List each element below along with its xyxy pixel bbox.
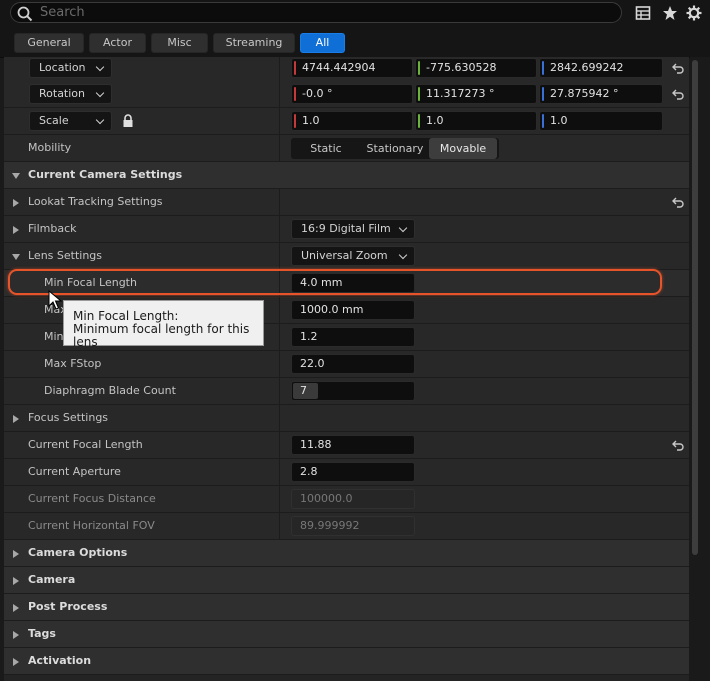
category-current-camera-settings[interactable]: Current Camera Settings (4, 162, 689, 189)
filmback-row: Filmback 16:9 Digital Film (4, 216, 689, 243)
mobility-movable[interactable]: Movable (429, 138, 497, 159)
current-focus-distance-field: 100000.0 (291, 489, 415, 509)
diaphragm-blade-count-label: Diaphragm Blade Count (44, 384, 176, 397)
lookat-tracking-row[interactable]: Lookat Tracking Settings (4, 189, 689, 216)
tooltip-body: Minimum focal length for this lens (73, 322, 250, 349)
scale-z-field[interactable]: 1.0 (539, 111, 663, 131)
expand-arrow-icon (13, 577, 19, 585)
rotation-dropdown[interactable]: Rotation (29, 84, 112, 104)
current-horizontal-fov-row: Current Horizontal FOV 89.999992 (4, 513, 689, 540)
filter-streaming[interactable]: Streaming (213, 33, 295, 53)
reset-location-icon[interactable] (672, 62, 684, 74)
scale-x-field[interactable]: 1.0 (291, 111, 413, 131)
mobility-stationary[interactable]: Stationary (361, 138, 429, 159)
filter-general[interactable]: General (14, 33, 84, 53)
category-label: Camera (28, 573, 76, 586)
highlight-annotation (8, 269, 662, 295)
filter-all[interactable]: All (300, 33, 345, 53)
scale-row: Scale 1.0 1.0 1.0 (4, 108, 689, 135)
collapse-arrow-icon (12, 173, 20, 179)
current-horizontal-fov-label: Current Horizontal FOV (28, 519, 155, 532)
rotation-x-field[interactable]: -0.0 ° (291, 84, 413, 104)
filmback-label: Filmback (28, 222, 77, 235)
reset-rotation-icon[interactable] (672, 88, 684, 100)
lookat-label: Lookat Tracking Settings (28, 195, 163, 208)
reset-lookat-icon[interactable] (672, 196, 684, 208)
diaphragm-blade-count-slider[interactable]: 7 (291, 381, 415, 401)
filmback-dropdown[interactable]: 16:9 Digital Film (291, 219, 415, 239)
lens-settings-row: Lens Settings Universal Zoom (4, 243, 689, 270)
location-x-field[interactable]: 4744.442904 (291, 58, 413, 78)
max-fstop-row: Max FStop 22.0 (4, 351, 689, 378)
current-focus-distance-label: Current Focus Distance (28, 492, 156, 505)
search-icon (17, 6, 33, 22)
category-post-process[interactable]: Post Process (4, 594, 689, 621)
expand-arrow-icon (13, 550, 19, 558)
category-camera-options[interactable]: Camera Options (4, 540, 689, 567)
rotation-y-field[interactable]: 11.317273 ° (415, 84, 537, 104)
mobility-segmented-control: Static Stationary Movable (291, 138, 499, 159)
mobility-static[interactable]: Static (291, 138, 361, 159)
current-horizontal-fov-field: 89.999992 (291, 516, 415, 536)
current-aperture-field[interactable]: 2.8 (291, 462, 415, 482)
current-focus-distance-row: Current Focus Distance 100000.0 (4, 486, 689, 513)
current-focal-length-row: Current Focal Length 11.88 (4, 432, 689, 459)
expand-arrow-icon (13, 199, 19, 207)
location-y-field[interactable]: -775.630528 (415, 58, 537, 78)
search-input[interactable]: Search (10, 2, 622, 23)
search-placeholder: Search (40, 5, 85, 20)
filter-bar: General Actor Misc Streaming All (0, 28, 710, 58)
mobility-label: Mobility (28, 141, 72, 154)
category-tags[interactable]: Tags (4, 621, 689, 648)
current-focal-length-label: Current Focal Length (28, 438, 143, 451)
star-icon[interactable] (662, 5, 678, 21)
max-fstop-label: Max FStop (44, 357, 102, 370)
scale-y-field[interactable]: 1.0 (415, 111, 537, 131)
filter-misc[interactable]: Misc (151, 33, 208, 53)
lens-preset-dropdown[interactable]: Universal Zoom (291, 246, 415, 266)
lock-icon[interactable] (122, 114, 134, 128)
expand-arrow-icon (13, 604, 19, 612)
location-dropdown[interactable]: Location (29, 58, 112, 78)
scrollbar[interactable] (692, 60, 698, 555)
reset-focal-length-icon[interactable] (672, 439, 684, 451)
category-label: Current Camera Settings (28, 168, 183, 181)
toolbar: Search (0, 0, 710, 28)
mouse-cursor-icon (48, 290, 62, 310)
min-fstop-field[interactable]: 1.2 (291, 327, 415, 347)
location-z-field[interactable]: 2842.699242 (539, 58, 663, 78)
category-label: Post Process (28, 600, 108, 613)
category-camera[interactable]: Camera (4, 567, 689, 594)
current-aperture-label: Current Aperture (28, 465, 121, 478)
current-focal-length-field[interactable]: 11.88 (291, 435, 415, 455)
rotation-z-field[interactable]: 27.875942 ° (539, 84, 663, 104)
lens-settings-label: Lens Settings (28, 249, 103, 262)
expand-arrow-icon (13, 658, 19, 666)
focus-settings-label: Focus Settings (28, 411, 109, 424)
expand-arrow-icon[interactable] (13, 226, 19, 234)
category-label: Activation (28, 654, 92, 667)
filter-actor[interactable]: Actor (89, 33, 146, 53)
category-activation[interactable]: Activation (4, 648, 689, 675)
scale-dropdown[interactable]: Scale (29, 111, 112, 131)
max-focal-length-field[interactable]: 1000.0 mm (291, 300, 415, 320)
category-label: Tags (28, 627, 56, 640)
tooltip: Min Focal Length: Minimum focal length f… (63, 300, 264, 349)
rotation-row: Rotation -0.0 ° 11.317273 ° 27.875942 ° (4, 81, 689, 108)
location-row: Location 4744.442904 -775.630528 2842.69… (4, 57, 689, 84)
focus-settings-row[interactable]: Focus Settings (4, 405, 689, 432)
category-label: Camera Options (28, 546, 128, 559)
max-fstop-field[interactable]: 22.0 (291, 354, 415, 374)
gear-icon[interactable] (686, 5, 702, 21)
table-view-icon[interactable] (635, 5, 651, 21)
mobility-row: Mobility Static Stationary Movable (4, 135, 689, 162)
collapse-arrow-icon[interactable] (12, 254, 20, 260)
expand-arrow-icon (13, 631, 19, 639)
diaphragm-blade-count-row: Diaphragm Blade Count 7 (4, 378, 689, 405)
details-panel: Location 4744.442904 -775.630528 2842.69… (4, 57, 689, 681)
current-aperture-row: Current Aperture 2.8 (4, 459, 689, 486)
expand-arrow-icon (13, 415, 19, 423)
